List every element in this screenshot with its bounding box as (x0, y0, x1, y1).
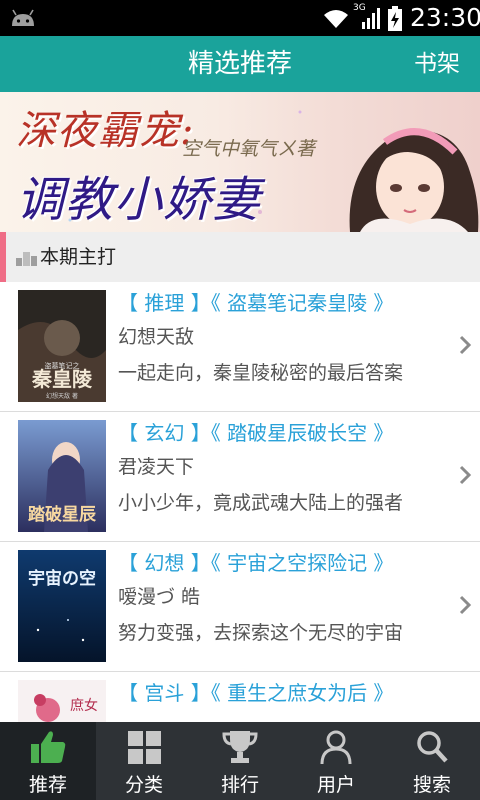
book-description: 一起走向，秦皇陵秘密的最后答案 (118, 362, 404, 384)
book-title: 【 玄幻 】《 踏破星辰破长空 》 (118, 421, 394, 445)
book-item[interactable]: 踏破星辰 【 玄幻 】《 踏破星辰破长空 》 君凌天下 小小少年，竟成武魂大陆上… (0, 412, 480, 542)
book-author: 幻想天敌 (118, 326, 195, 348)
book-description: 小小少年，竟成武魂大陆上的强者 (118, 492, 404, 514)
battery-charging-icon (388, 6, 402, 31)
chevron-right-icon (459, 595, 472, 615)
page-title: 精选推荐 (187, 49, 292, 79)
banner-title-line2: 调教小娇妻 (16, 172, 262, 228)
book-item[interactable]: 庶女 【 宫斗 】《 重生之庶女为后 》 (0, 672, 480, 722)
book-cover-image: 庶女 (18, 680, 106, 722)
book-title: 【 宫斗 】《 重生之庶女为后 》 (118, 681, 394, 705)
nav-label: 分类 (124, 774, 163, 796)
nav-ranking[interactable]: 排行 (192, 722, 288, 800)
banner-author: 空气中氧气ㄨ著 (182, 138, 316, 160)
nav-label: 推荐 (28, 774, 67, 796)
nav-label: 用户 (316, 774, 355, 796)
svg-text:庶女: 庶女 (70, 697, 98, 714)
wifi-icon (324, 10, 348, 28)
book-cover-image: 宇宙の空 (18, 550, 106, 662)
banner-title-line1: 深夜霸宠: (16, 108, 195, 154)
chevron-right-icon (459, 335, 472, 355)
status-bar: 3G 23:30 (0, 0, 480, 36)
book-author: 嗳漫づ 皓 (118, 586, 201, 608)
nav-label: 排行 (220, 774, 259, 796)
book-list[interactable]: 盗墓笔记之 秦皇陵 幻想天敌 著 【 推理 】《 盗墓笔记秦皇陵 》 幻想天敌 … (0, 282, 480, 722)
clock: 23:30 (410, 3, 480, 32)
bookshelf-button[interactable]: 书架 (414, 36, 460, 92)
book-title: 【 推理 】《 盗墓笔记秦皇陵 》 (118, 291, 394, 315)
nav-recommend[interactable]: 推荐 (0, 722, 96, 800)
nav-user[interactable]: 用户 (288, 722, 384, 800)
svg-text:踏破星辰: 踏破星辰 (28, 504, 97, 525)
search-icon (417, 731, 448, 763)
title-bar: 精选推荐 书架 (0, 36, 480, 92)
book-item[interactable]: 宇宙の空 【 幻想 】《 宇宙之空探险记 》 嗳漫づ 皓 努力变强，去探索这个无… (0, 542, 480, 672)
book-description: 努力变强，去探索这个无尽的宇宙 (118, 622, 404, 644)
section-accent-bar (0, 232, 6, 282)
book-title: 【 幻想 】《 宇宙之空探险记 》 (118, 551, 394, 575)
section-title: 本期主打 (40, 246, 117, 268)
book-author: 君凌天下 (118, 456, 195, 478)
book-cover-image: 盗墓笔记之 秦皇陵 幻想天敌 著 (18, 290, 106, 402)
podium-icon (16, 252, 37, 266)
bottom-nav: 推荐 分类 排行 用户 搜索 (0, 722, 480, 800)
nav-category[interactable]: 分类 (96, 722, 192, 800)
nav-search[interactable]: 搜索 (384, 722, 480, 800)
featured-banner[interactable]: 深夜霸宠: 空气中氧气ㄨ著 调教小娇妻 (0, 92, 480, 232)
svg-text:秦皇陵: 秦皇陵 (31, 367, 93, 391)
nav-label: 搜索 (412, 774, 451, 796)
thumbs-up-icon (31, 731, 66, 763)
trophy-icon (222, 731, 258, 763)
svg-text:宇宙の空: 宇宙の空 (28, 568, 96, 589)
user-icon (320, 730, 352, 765)
book-cover-image: 踏破星辰 (18, 420, 106, 532)
signal-icon (362, 8, 380, 29)
svg-text:幻想天敌 著: 幻想天敌 著 (46, 392, 78, 400)
book-item[interactable]: 盗墓笔记之 秦皇陵 幻想天敌 著 【 推理 】《 盗墓笔记秦皇陵 》 幻想天敌 … (0, 282, 480, 412)
android-icon (12, 9, 34, 26)
grid-icon (128, 731, 161, 764)
chevron-right-icon (459, 465, 472, 485)
section-header: 本期主打 (0, 232, 480, 282)
